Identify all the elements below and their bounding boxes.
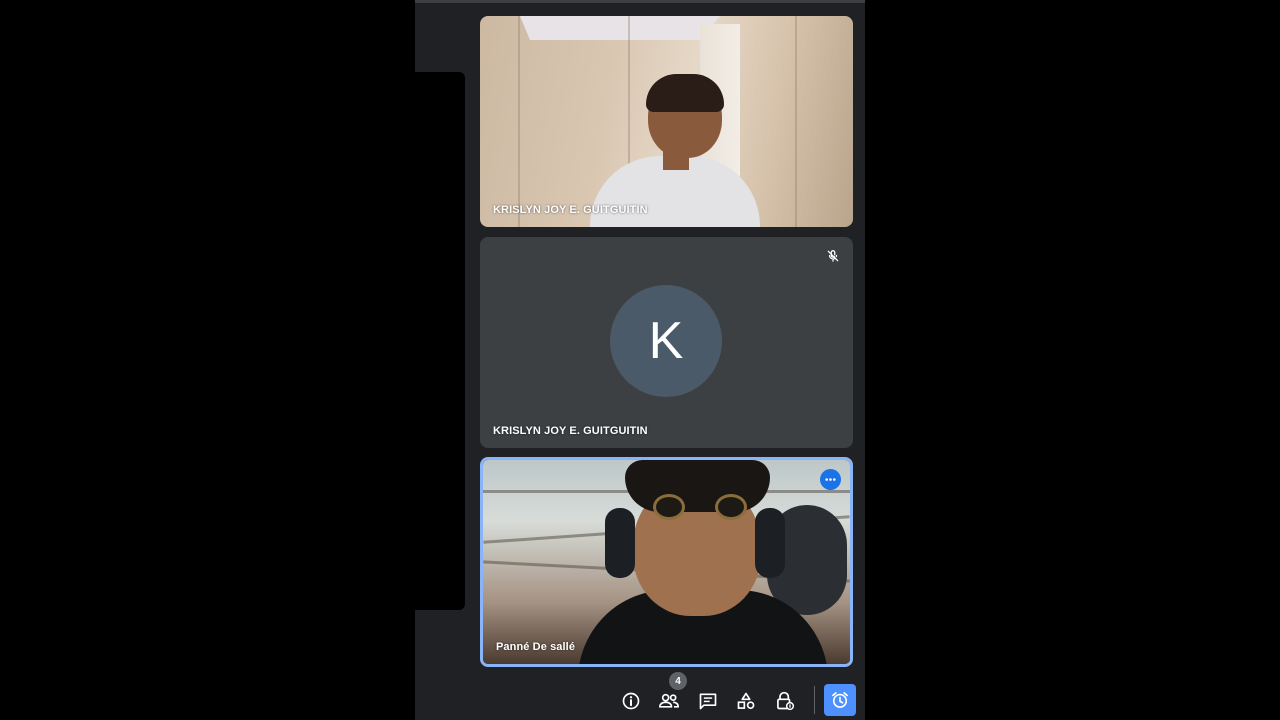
side-overlay (415, 72, 465, 610)
people-button[interactable] (656, 688, 682, 714)
participant-tile[interactable]: KRISLYN JOY E. GUITGUITIN (480, 16, 853, 227)
people-icon (658, 693, 679, 708)
participant-name: Panné De sallé (496, 641, 576, 653)
participant-name: KRISLYN JOY E. GUITGUITIN (493, 425, 648, 437)
participant-video (483, 460, 850, 664)
info-icon (622, 692, 640, 710)
video-headset-left (605, 508, 635, 578)
avatar: K (610, 285, 722, 397)
meeting-details-button[interactable] (618, 688, 644, 714)
video-wall-seam (518, 16, 520, 227)
alarm-button[interactable] (824, 684, 856, 716)
meeting-panel: KRISLYN JOY E. GUITGUITIN K KRISLYN JOY … (415, 0, 865, 720)
participant-tile-active[interactable]: Panné De sallé (480, 457, 853, 667)
host-controls-button[interactable] (772, 688, 798, 714)
mic-off-icon (824, 247, 842, 265)
host-controls-icon (777, 691, 795, 711)
screen: KRISLYN JOY E. GUITGUITIN K KRISLYN JOY … (0, 0, 1280, 720)
activities-icon (737, 692, 755, 709)
video-ceiling (520, 16, 720, 40)
participant-tile[interactable]: K KRISLYN JOY E. GUITGUITIN (480, 237, 853, 448)
video-person-hair (646, 74, 724, 112)
participant-name: KRISLYN JOY E. GUITGUITIN (493, 204, 648, 216)
video-headset-right (755, 508, 785, 578)
top-strip (415, 0, 865, 3)
alarm-icon (832, 692, 848, 708)
more-horiz-icon (825, 478, 836, 481)
video-glasses-left (653, 494, 685, 520)
more-options-button[interactable] (820, 469, 841, 490)
video-person-hair (625, 460, 770, 512)
participant-video (480, 16, 853, 227)
chat-icon (699, 693, 717, 710)
video-glasses-right (715, 494, 747, 520)
toolbar-divider (814, 686, 815, 714)
chat-button[interactable] (695, 688, 721, 714)
activities-button[interactable] (733, 688, 759, 714)
video-wall-seam (795, 16, 797, 227)
